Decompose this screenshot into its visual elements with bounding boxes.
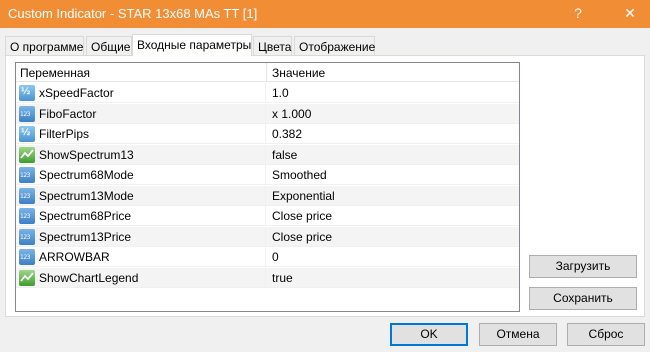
column-header-variable[interactable]: Переменная [20, 66, 90, 80]
parameter-name-cell[interactable]: 123 Spectrum68Price [16, 206, 266, 226]
parameter-name-cell[interactable]: 123 Spectrum68Mode [16, 165, 266, 185]
icon-glyph: ½ [21, 87, 31, 97]
parameter-value[interactable]: 0.382 [272, 127, 302, 141]
parameter-name: FiboFactor [39, 107, 97, 121]
title-bar: Custom Indicator - STAR 13x68 MAs TT [1]… [0, 0, 650, 28]
table-row[interactable]: ½ xSpeedFactor 1.0 [16, 83, 519, 103]
parameter-value[interactable]: x 1.000 [272, 107, 311, 121]
table-row[interactable]: ShowChartLegend true [16, 268, 519, 288]
parameter-name-cell[interactable]: 123 ARROWBAR [16, 247, 266, 267]
icon-glyph: 123 [20, 213, 30, 220]
window-title: Custom Indicator - STAR 13x68 MAs TT [1] [8, 6, 258, 21]
table-row[interactable]: ½ FilterPips 0.382 [16, 124, 519, 144]
table-row[interactable]: 123 Spectrum13Price Close price [16, 227, 519, 247]
parameter-value[interactable]: false [272, 148, 297, 162]
parameter-value[interactable]: Close price [272, 209, 332, 223]
double-type-icon: ½ [19, 126, 35, 142]
parameter-name: ShowSpectrum13 [39, 148, 134, 162]
parameter-name: Spectrum68Price [39, 209, 132, 223]
parameter-name: xSpeedFactor [39, 86, 114, 100]
parameter-name: ShowChartLegend [39, 271, 139, 285]
tab-panel: Переменная Значение ½ xSpeedFactor 1.0 123 F… [5, 55, 645, 317]
integer-type-icon: 123 [19, 208, 35, 224]
cancel-button[interactable]: Отмена [479, 323, 557, 346]
table-row[interactable]: 123 Spectrum68Mode Smoothed [16, 165, 519, 185]
parameter-value[interactable]: true [272, 271, 293, 285]
parameter-value[interactable]: Close price [272, 230, 332, 244]
boolean-type-icon [19, 270, 35, 286]
tab-display[interactable]: Отображение [294, 36, 375, 55]
reset-button[interactable]: Сброс [567, 323, 645, 346]
parameter-name-cell[interactable]: ½ FilterPips [16, 124, 266, 144]
save-button[interactable]: Сохранить [529, 287, 637, 310]
tab-about[interactable]: О программе [5, 36, 84, 55]
parameter-name: Spectrum68Mode [39, 168, 134, 182]
parameter-name-cell[interactable]: ShowChartLegend [16, 268, 266, 288]
integer-type-icon: 123 [19, 167, 35, 183]
close-icon[interactable]: ✕ [620, 3, 640, 23]
table-row[interactable]: 123 Spectrum13Mode Exponential [16, 186, 519, 206]
parameter-name-cell[interactable]: 123 Spectrum13Price [16, 227, 266, 247]
parameter-value[interactable]: Smoothed [272, 168, 327, 182]
parameter-name-cell[interactable]: 123 Spectrum13Mode [16, 186, 266, 206]
parameter-value[interactable]: 0 [272, 250, 279, 264]
parameter-name-cell[interactable]: ShowSpectrum13 [16, 145, 266, 165]
table-row[interactable]: ShowSpectrum13 false [16, 145, 519, 165]
parameter-name: Spectrum13Price [39, 230, 132, 244]
integer-type-icon: 123 [19, 229, 35, 245]
double-type-icon: ½ [19, 85, 35, 101]
column-header-value[interactable]: Значение [272, 66, 325, 80]
icon-glyph: 123 [20, 172, 30, 179]
integer-type-icon: 123 [19, 106, 35, 122]
icon-glyph: ½ [21, 128, 31, 138]
icon-glyph: 123 [20, 193, 30, 200]
parameters-grid: Переменная Значение ½ xSpeedFactor 1.0 123 F… [15, 62, 520, 312]
icon-glyph: 123 [20, 234, 30, 241]
parameter-name-cell[interactable]: 123 FiboFactor [16, 104, 266, 124]
parameter-name-cell[interactable]: ½ xSpeedFactor [16, 83, 266, 103]
table-row[interactable]: 123 ARROWBAR 0 [16, 247, 519, 267]
grid-header: Переменная Значение [16, 63, 519, 82]
tab-common[interactable]: Общие [86, 36, 132, 55]
table-row[interactable]: 123 FiboFactor x 1.000 [16, 104, 519, 124]
parameter-name: Spectrum13Mode [39, 189, 134, 203]
help-icon[interactable]: ? [568, 3, 588, 23]
load-button[interactable]: Загрузить [529, 255, 637, 278]
tab-inputs[interactable]: Входные параметры [132, 34, 252, 56]
ok-button[interactable]: OK [390, 323, 468, 346]
icon-glyph: 123 [20, 111, 30, 118]
table-row[interactable]: 123 Spectrum68Price Close price [16, 206, 519, 226]
parameter-name: FilterPips [39, 127, 90, 141]
integer-type-icon: 123 [19, 249, 35, 265]
parameter-value[interactable]: Exponential [272, 189, 335, 203]
icon-glyph: 123 [20, 254, 30, 261]
column-divider[interactable] [266, 63, 267, 82]
tab-colors[interactable]: Цвета [253, 36, 292, 55]
parameter-name: ARROWBAR [39, 250, 110, 264]
integer-type-icon: 123 [19, 188, 35, 204]
boolean-type-icon [19, 147, 35, 163]
parameter-value[interactable]: 1.0 [272, 86, 289, 100]
